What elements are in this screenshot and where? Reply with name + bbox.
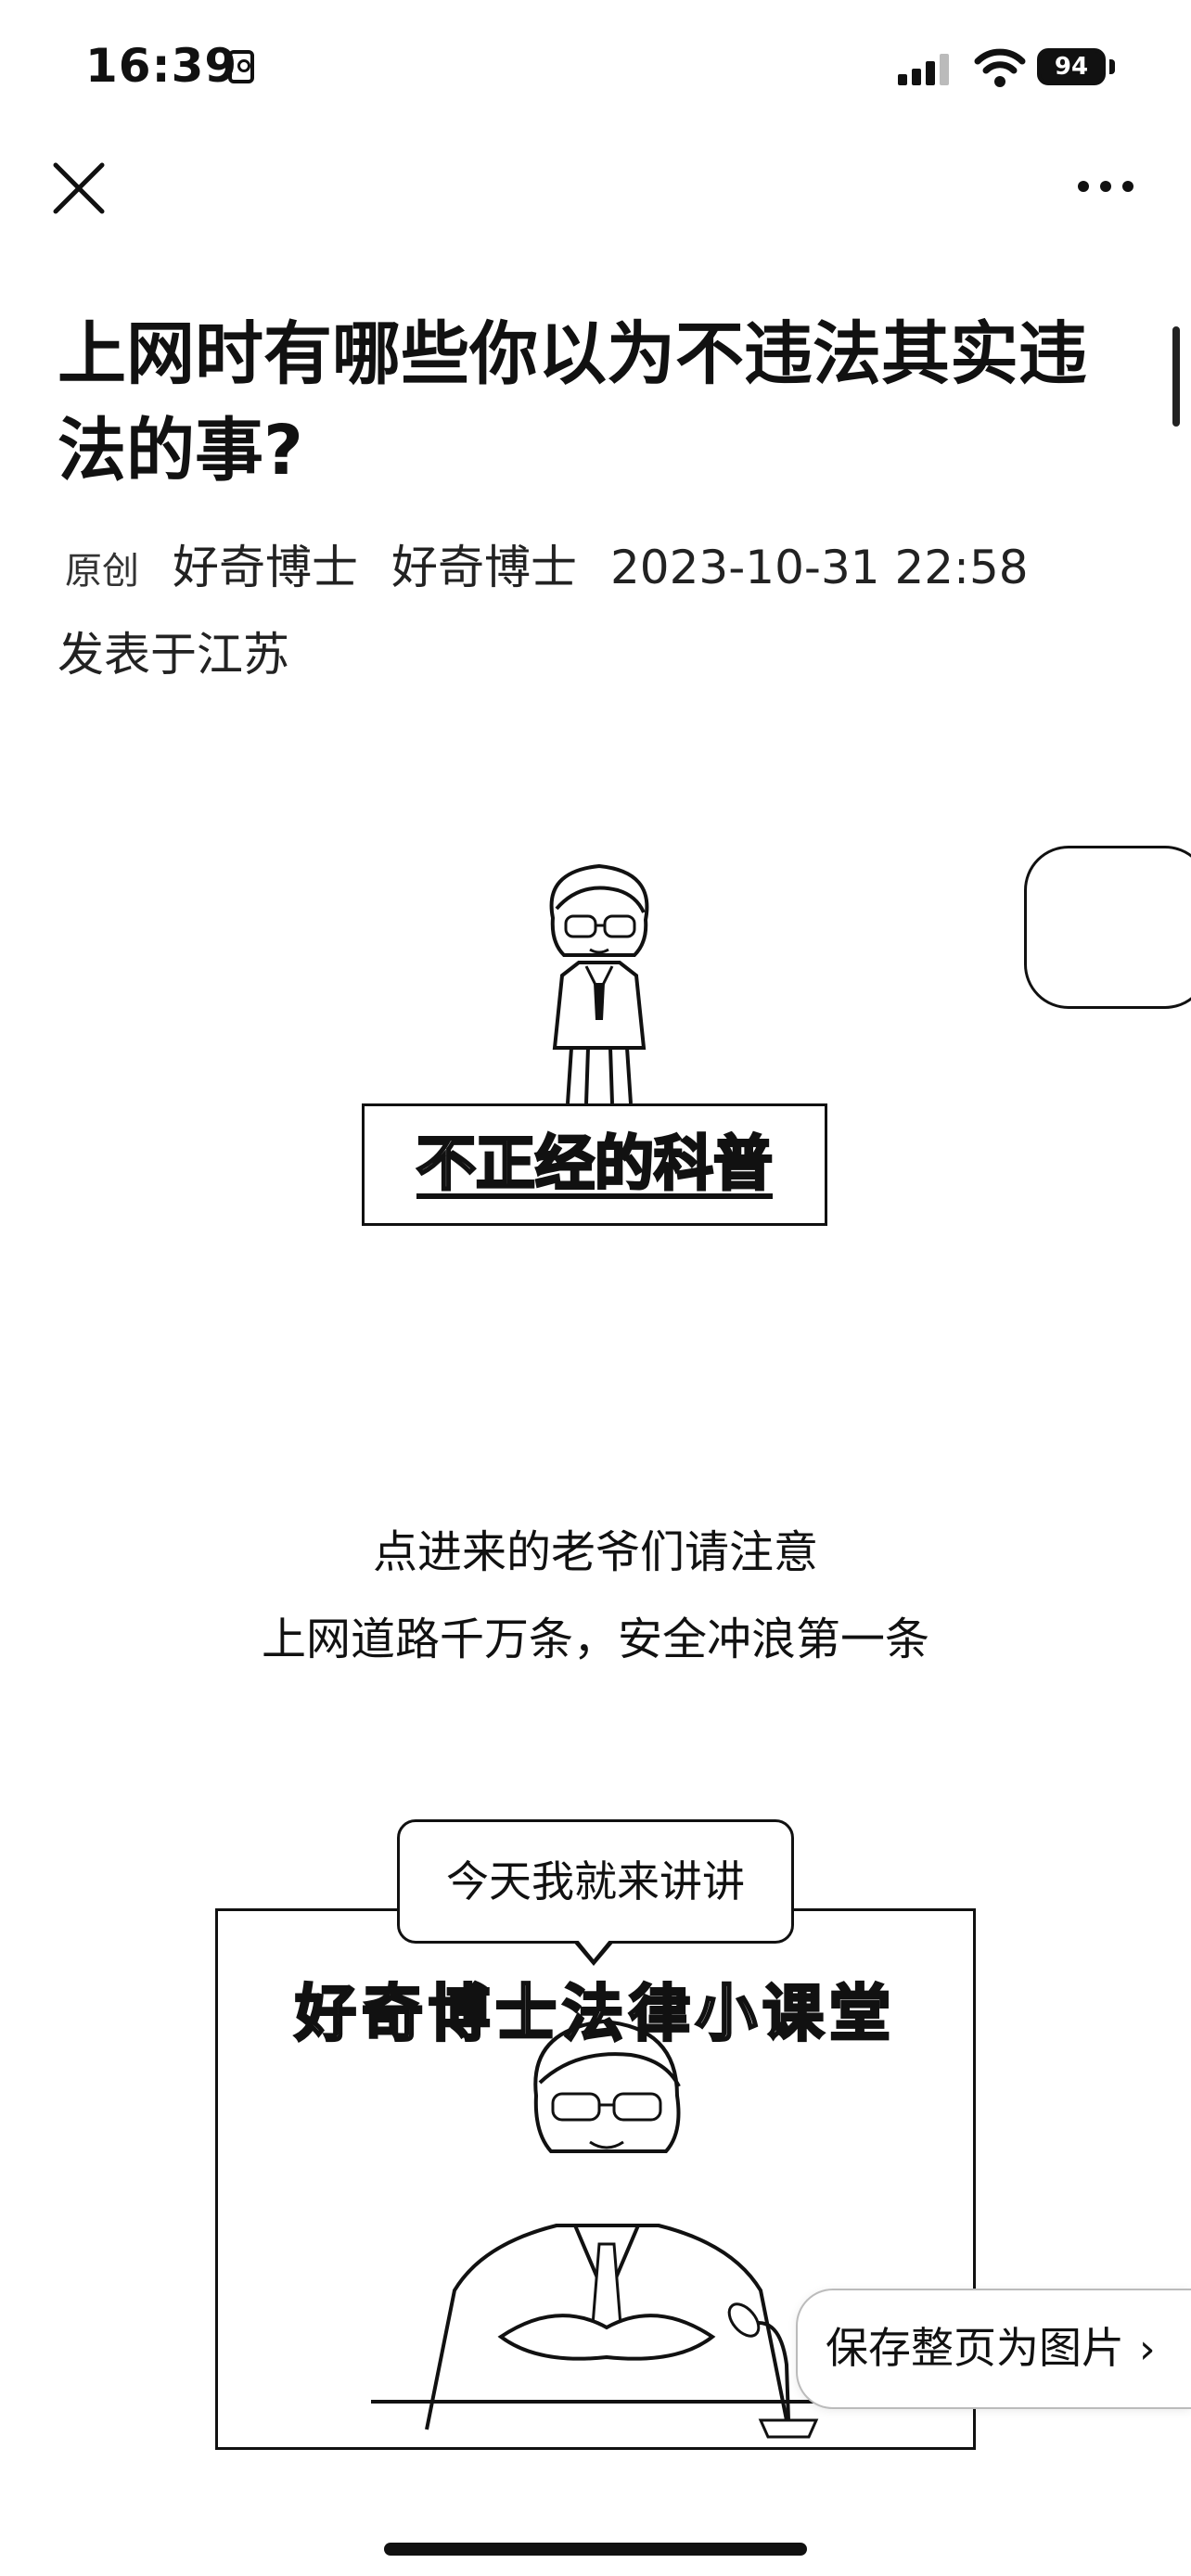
article-title: 上网时有哪些你以为不违法其实违法的事?	[58, 314, 1087, 491]
article-meta: 原创 好奇博士 好奇博士 2023-10-31 22:58	[65, 530, 1029, 597]
scrollbar[interactable]	[1172, 326, 1180, 427]
publish-datetime: 2023-10-31 22:58	[610, 541, 1029, 594]
cellular-signal-icon	[898, 54, 954, 85]
chevron-right-icon: ›	[1139, 2326, 1156, 2373]
intro-line-1: 点进来的老爷们请注意	[372, 1526, 818, 1578]
more-icon[interactable]	[1076, 176, 1135, 200]
status-time: 16:39	[85, 39, 238, 93]
floating-button[interactable]	[1024, 846, 1191, 1009]
comic-heading: 好奇博士法律小课堂	[294, 1976, 896, 2051]
close-icon[interactable]	[50, 159, 108, 217]
original-tag: 原创	[65, 550, 139, 593]
author-name[interactable]: 好奇博士	[173, 541, 358, 594]
banner-box: 不正经的科普	[362, 1103, 827, 1226]
focus-person-icon	[228, 50, 254, 83]
cartoon-lecturer-illustration	[371, 2019, 853, 2439]
speech-bubble: 今天我就来讲讲	[397, 1819, 794, 1944]
cartoon-doctor-small-illustration	[549, 863, 649, 1104]
save-page-label: 保存整页为图片	[826, 2323, 1124, 2373]
speech-bubble-tail-fill	[577, 1939, 610, 1959]
intro-line-2: 上网道路千万条，安全冲浪第一条	[261, 1613, 929, 1665]
banner-text: 不正经的科普	[416, 1129, 775, 1201]
account-name[interactable]: 好奇博士	[391, 541, 577, 594]
home-indicator[interactable]	[384, 2543, 807, 2556]
publish-location: 发表于江苏	[58, 628, 289, 682]
save-page-as-image-button[interactable]: 保存整页为图片 ›	[796, 2289, 1191, 2409]
battery-icon: 94	[1037, 48, 1106, 85]
battery-cap	[1109, 59, 1115, 74]
wifi-icon	[974, 48, 1026, 87]
